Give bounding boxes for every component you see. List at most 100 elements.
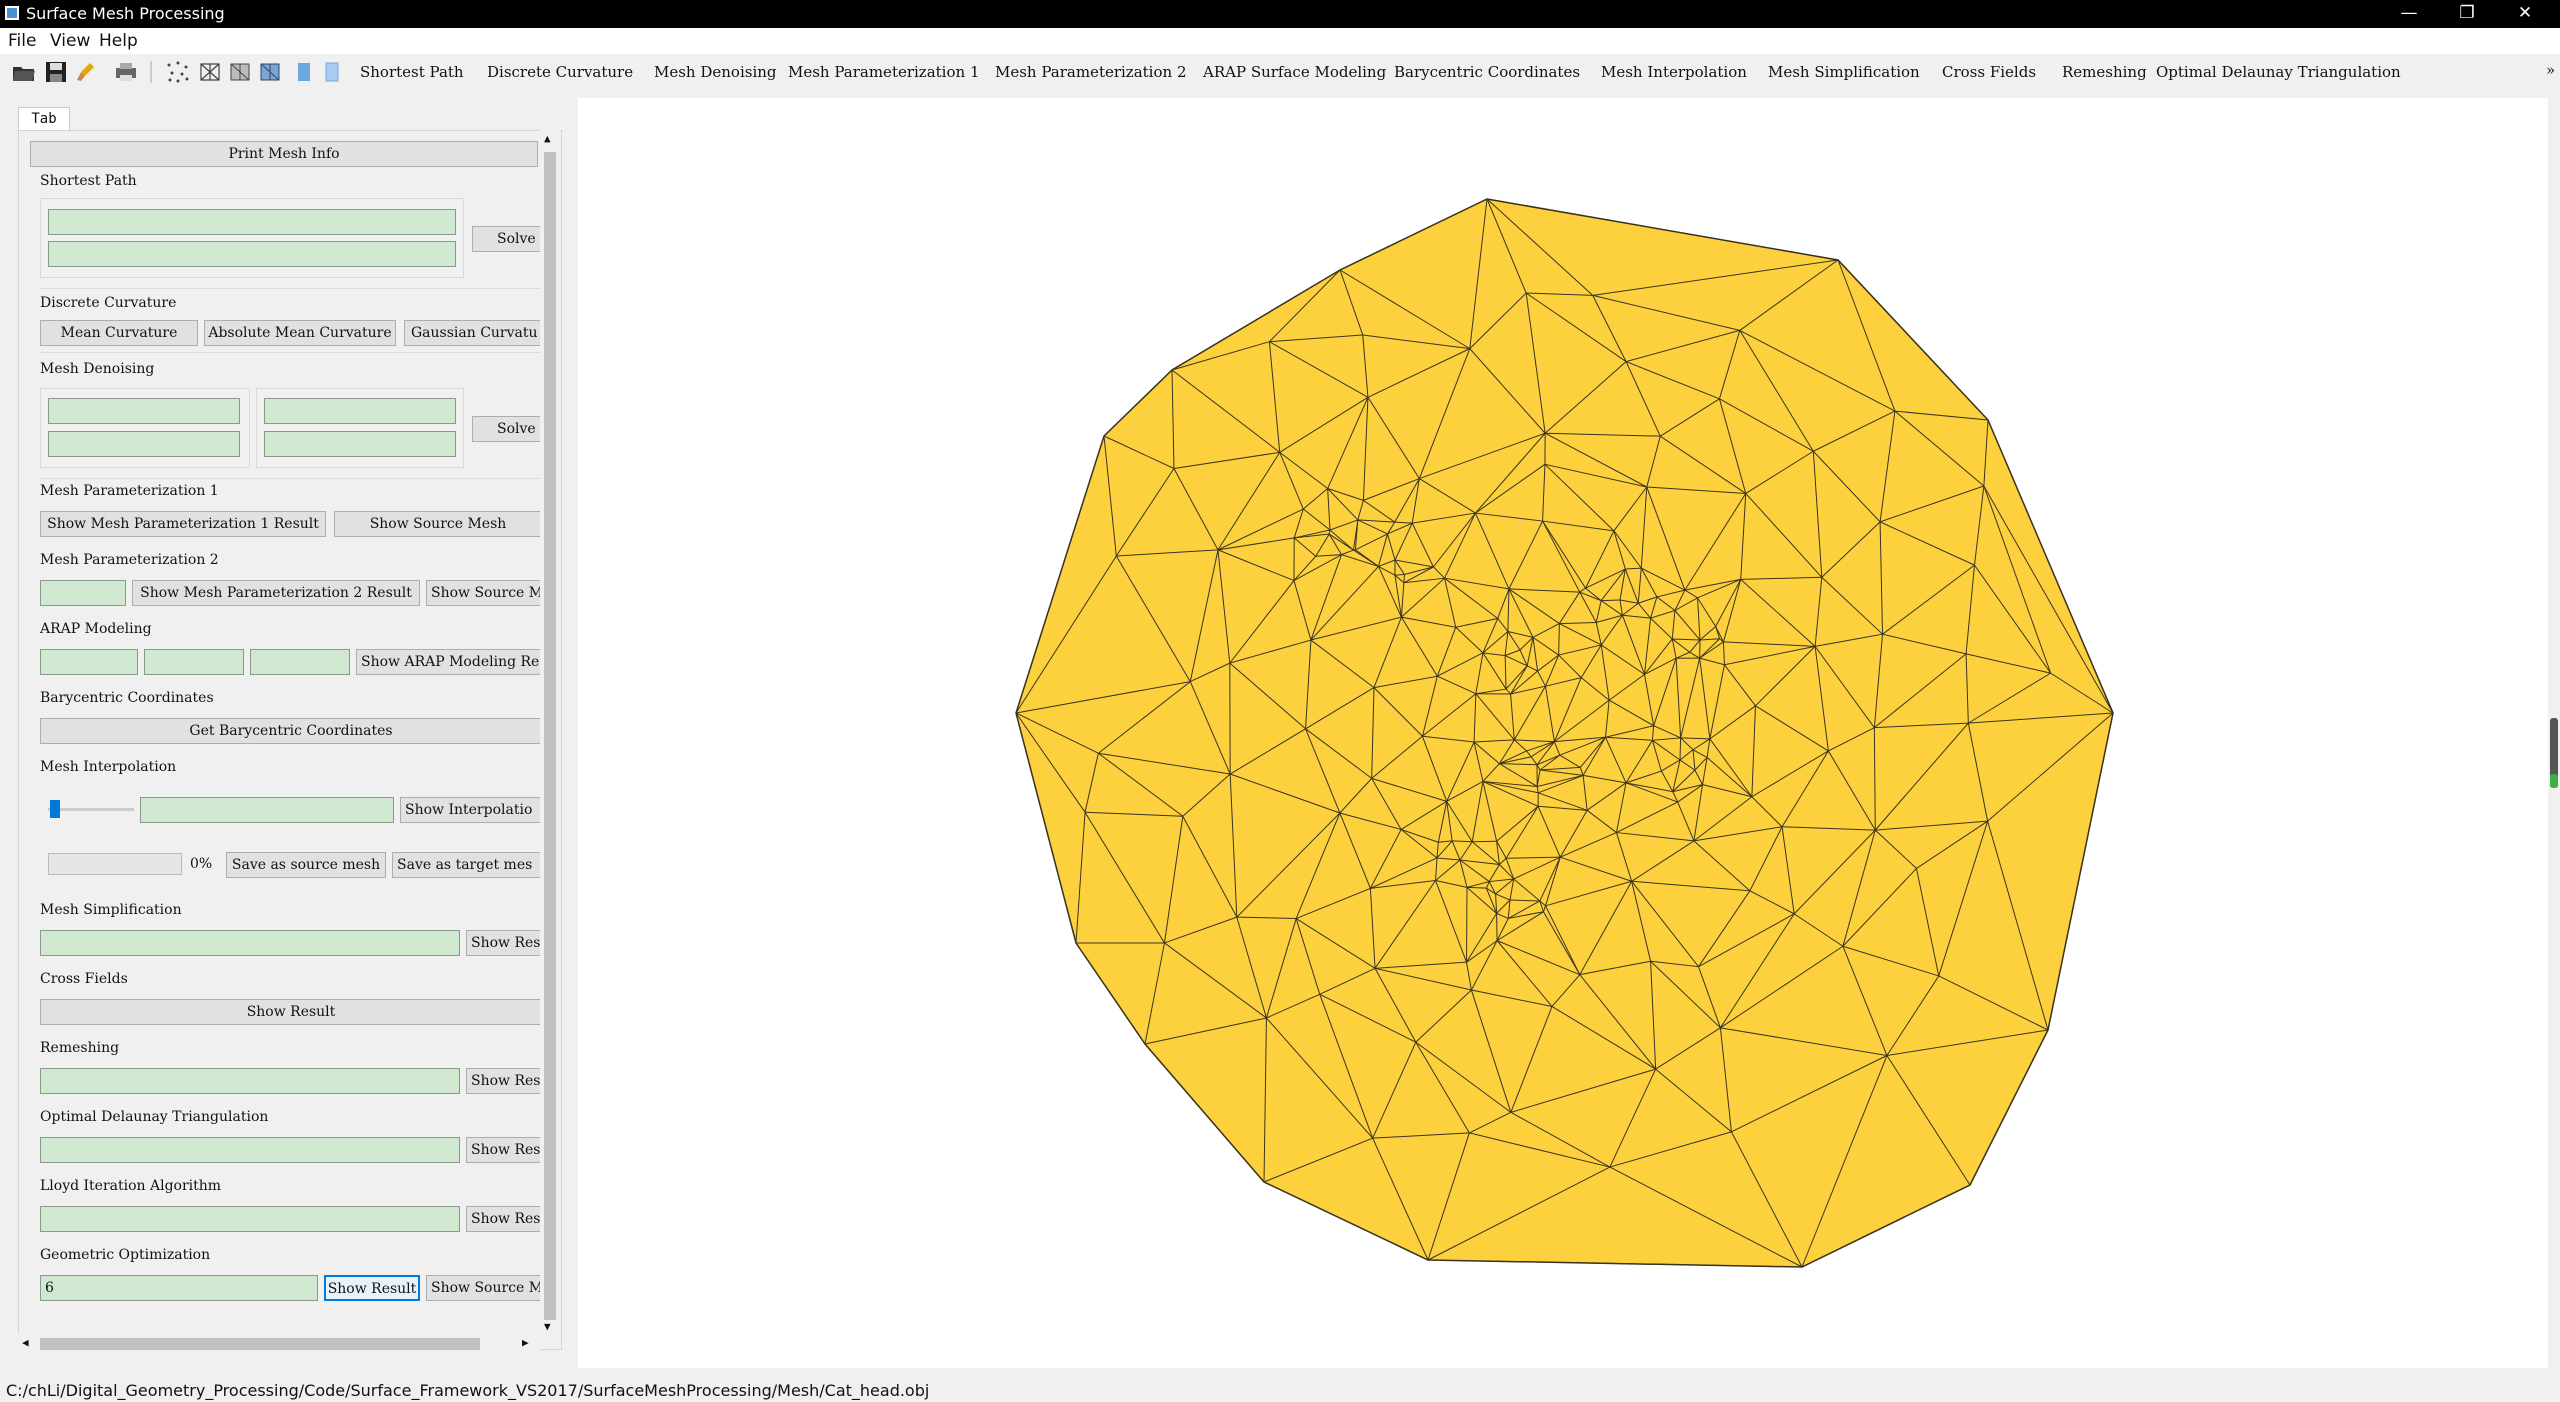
toolbar: Shortest Path Discrete Curvature Mesh De… bbox=[0, 56, 2560, 88]
interpolation-progress-bar bbox=[48, 853, 182, 875]
tab-mesh-simplification[interactable]: Mesh Simplification bbox=[1768, 63, 1920, 81]
clear-icon[interactable] bbox=[76, 61, 100, 83]
points-icon[interactable] bbox=[166, 61, 190, 83]
scroll-left-icon[interactable]: ◀ bbox=[22, 1336, 29, 1349]
tab-mesh-denoising[interactable]: Mesh Denoising bbox=[654, 63, 777, 81]
arap-input-3[interactable] bbox=[250, 649, 350, 675]
lloyd-show-result-button[interactable]: Show Resu bbox=[466, 1206, 542, 1232]
denoising-input-3[interactable] bbox=[264, 398, 456, 424]
window-title: Surface Mesh Processing bbox=[26, 4, 225, 23]
interpolation-slider-handle[interactable] bbox=[50, 800, 60, 818]
arap-input-1[interactable] bbox=[40, 649, 138, 675]
geo-opt-title: Geometric Optimization bbox=[40, 1247, 211, 1263]
horizontal-scroll-thumb[interactable] bbox=[40, 1338, 480, 1350]
menu-view[interactable]: View bbox=[50, 31, 90, 51]
panel-tab[interactable]: Tab bbox=[18, 107, 70, 131]
toolbar-overflow-button[interactable]: » bbox=[2546, 61, 2555, 79]
mean-curvature-button[interactable]: Mean Curvature bbox=[40, 320, 198, 346]
geo-opt-show-source-button[interactable]: Show Source Me bbox=[426, 1275, 542, 1301]
tab-cross-fields[interactable]: Cross Fields bbox=[1942, 63, 2036, 81]
denoising-solve-button[interactable]: Solve bbox=[472, 416, 542, 442]
menu-file[interactable]: File bbox=[8, 31, 36, 51]
arap-input-2[interactable] bbox=[144, 649, 244, 675]
menu-help[interactable]: Help bbox=[99, 31, 138, 51]
tab-discrete-curvature[interactable]: Discrete Curvature bbox=[487, 63, 633, 81]
save-as-source-mesh-button[interactable]: Save as source mesh bbox=[226, 852, 386, 878]
mesh-edge bbox=[1679, 737, 1682, 761]
simplification-input[interactable] bbox=[40, 930, 460, 956]
param2-show-source-button[interactable]: Show Source Me bbox=[426, 580, 542, 606]
mesh-edge bbox=[1496, 913, 1498, 941]
show-interpolation-button[interactable]: Show Interpolatio bbox=[400, 797, 542, 823]
tab-mesh-parameterization-1[interactable]: Mesh Parameterization 1 bbox=[788, 63, 979, 81]
cross-fields-show-result-button[interactable]: Show Result bbox=[40, 999, 542, 1025]
shortest-path-solve-button[interactable]: Solve bbox=[472, 226, 542, 252]
gaussian-curvature-button[interactable]: Gaussian Curvatu bbox=[404, 320, 542, 346]
title-bar: Surface Mesh Processing — ❐ ✕ bbox=[0, 0, 2560, 28]
smooth-icon[interactable] bbox=[258, 61, 282, 83]
mesh-denoising-title: Mesh Denoising bbox=[40, 361, 155, 377]
param1-title: Mesh Parameterization 1 bbox=[40, 483, 219, 499]
shortest-path-title: Shortest Path bbox=[40, 173, 137, 189]
tab-remeshing[interactable]: Remeshing bbox=[2062, 63, 2147, 81]
tab-optimal-delaunay-triangulation[interactable]: Optimal Delaunay Triangulation bbox=[2156, 63, 2401, 81]
interpolation-progress-percent: 0% bbox=[190, 856, 213, 872]
odt-input[interactable] bbox=[40, 1137, 460, 1163]
geo-opt-input[interactable]: 6 bbox=[40, 1275, 318, 1301]
geo-opt-show-result-button[interactable]: Show Result bbox=[324, 1275, 420, 1301]
absolute-mean-curvature-button[interactable]: Absolute Mean Curvature bbox=[204, 320, 396, 346]
denoising-input-2[interactable] bbox=[48, 431, 240, 457]
print-mesh-info-button[interactable]: Print Mesh Info bbox=[30, 141, 538, 167]
flat-icon[interactable] bbox=[228, 61, 252, 83]
mesh-surface bbox=[1015, 198, 2114, 1268]
scroll-up-icon[interactable]: ▲ bbox=[544, 132, 551, 145]
scroll-down-icon[interactable]: ▼ bbox=[544, 1320, 551, 1333]
mesh-viewport[interactable] bbox=[578, 98, 2548, 1368]
open-folder-icon[interactable] bbox=[12, 61, 36, 83]
tab-barycentric-coordinates[interactable]: Barycentric Coordinates bbox=[1394, 63, 1580, 81]
param2-input[interactable] bbox=[40, 580, 126, 606]
interpolation-slider-track[interactable] bbox=[48, 808, 134, 811]
mesh-render[interactable] bbox=[578, 98, 2548, 1368]
denoising-input-1[interactable] bbox=[48, 398, 240, 424]
viewport-side-bar bbox=[2548, 98, 2560, 1368]
tab-mesh-parameterization-2[interactable]: Mesh Parameterization 2 bbox=[995, 63, 1186, 81]
simplification-title: Mesh Simplification bbox=[40, 902, 182, 918]
texture-icon[interactable] bbox=[320, 61, 344, 83]
shortest-path-start-input[interactable] bbox=[48, 209, 456, 235]
panel-vertical-scrollbar[interactable]: ▲ ▼ bbox=[540, 130, 560, 1336]
interpolation-title: Mesh Interpolation bbox=[40, 759, 177, 775]
remeshing-show-result-button[interactable]: Show Resu bbox=[466, 1068, 542, 1094]
scroll-right-icon[interactable]: ▶ bbox=[522, 1336, 529, 1349]
menu-bar: File View Help bbox=[0, 28, 2560, 54]
minimize-button[interactable]: — bbox=[2380, 0, 2438, 28]
interpolation-input[interactable] bbox=[140, 797, 394, 823]
show-param2-result-button[interactable]: Show Mesh Parameterization 2 Result bbox=[132, 580, 420, 606]
print-icon[interactable] bbox=[114, 61, 138, 83]
barycentric-title: Barycentric Coordinates bbox=[40, 690, 214, 706]
panel-horizontal-scrollbar[interactable]: ◀ ▶ bbox=[18, 1334, 540, 1354]
close-button[interactable]: ✕ bbox=[2496, 0, 2554, 28]
side-indicator bbox=[2550, 774, 2558, 788]
simplification-show-result-button[interactable]: Show Resu bbox=[466, 930, 542, 956]
color-icon[interactable] bbox=[292, 61, 316, 83]
wireframe-icon[interactable] bbox=[198, 61, 222, 83]
odt-show-result-button[interactable]: Show Resu bbox=[466, 1137, 542, 1163]
param2-title: Mesh Parameterization 2 bbox=[40, 552, 219, 568]
tab-arap-surface-modeling[interactable]: ARAP Surface Modeling bbox=[1203, 63, 1386, 81]
save-icon[interactable] bbox=[44, 61, 68, 83]
discrete-curvature-title: Discrete Curvature bbox=[40, 295, 177, 311]
show-arap-result-button[interactable]: Show ARAP Modeling Resu bbox=[356, 649, 542, 675]
tab-shortest-path[interactable]: Shortest Path bbox=[360, 63, 464, 81]
lloyd-input[interactable] bbox=[40, 1206, 460, 1232]
show-param1-result-button[interactable]: Show Mesh Parameterization 1 Result bbox=[40, 511, 326, 537]
vertical-scroll-thumb[interactable] bbox=[544, 152, 556, 1320]
get-barycentric-coordinates-button[interactable]: Get Barycentric Coordinates bbox=[40, 718, 542, 744]
tab-mesh-interpolation[interactable]: Mesh Interpolation bbox=[1601, 63, 1747, 81]
denoising-input-4[interactable] bbox=[264, 431, 456, 457]
restore-button[interactable]: ❐ bbox=[2438, 0, 2496, 28]
shortest-path-end-input[interactable] bbox=[48, 241, 456, 267]
param1-show-source-button[interactable]: Show Source Mesh bbox=[334, 511, 542, 537]
save-as-target-mesh-button[interactable]: Save as target mes bbox=[392, 852, 542, 878]
remeshing-input[interactable] bbox=[40, 1068, 460, 1094]
